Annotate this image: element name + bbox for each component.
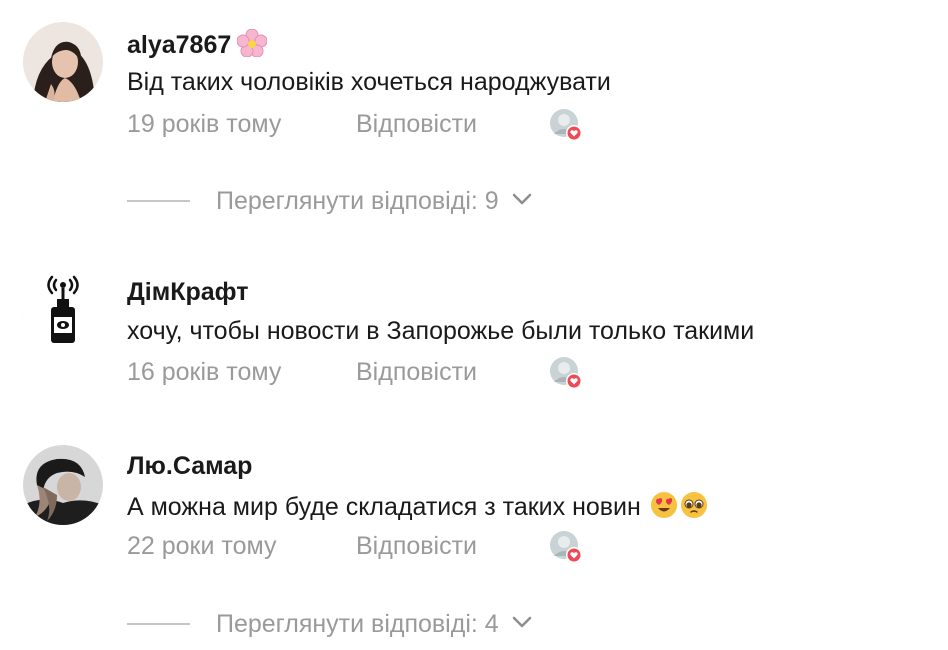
cherry-blossom-icon <box>236 28 268 64</box>
reply-button[interactable]: Відповісти <box>356 532 477 561</box>
username-text[interactable]: alya7867 <box>127 31 231 59</box>
comment-text: Від таких чоловіків хочеться народжувати <box>127 68 611 96</box>
view-replies-label: Переглянути відповіді: 9 <box>216 186 499 215</box>
reply-button[interactable]: Відповісти <box>356 358 477 387</box>
user-avatar[interactable] <box>23 22 103 102</box>
replies-divider <box>127 623 190 625</box>
comment-timestamp: 22 роки тому <box>127 532 277 560</box>
reply-button[interactable]: Відповісти <box>356 110 477 139</box>
liked-by-author-badge[interactable] <box>549 356 583 390</box>
chevron-down-icon <box>511 192 533 211</box>
comment-timestamp: 19 років тому <box>127 110 282 138</box>
view-replies-button[interactable]: Переглянути відповіді: 9 <box>127 186 533 216</box>
user-avatar[interactable] <box>23 445 103 525</box>
view-replies-button[interactable]: Переглянути відповіді: 4 <box>127 609 533 639</box>
comment-username[interactable]: ДімКрафт <box>127 278 248 307</box>
comment-text-body: А можна мир буде складатися з таких нови… <box>127 493 641 521</box>
comment-username[interactable]: alya7867 <box>127 28 268 64</box>
heart-eyes-emoji-icon <box>650 491 678 526</box>
replies-divider <box>127 200 190 202</box>
comment-timestamp: 16 років тому <box>127 358 282 386</box>
user-avatar[interactable] <box>23 271 103 351</box>
view-replies-label: Переглянути відповіді: 4 <box>216 609 499 638</box>
comment-username[interactable]: Лю.Самар <box>127 452 252 481</box>
liked-by-author-badge[interactable] <box>549 108 583 142</box>
pleading-face-emoji-icon <box>680 491 708 526</box>
comment-text: А можна мир буде складатися з таких нови… <box>127 491 708 526</box>
avatar-photo-icon <box>23 445 103 525</box>
broadcast-bottle-icon <box>23 271 103 351</box>
liked-by-author-badge[interactable] <box>549 530 583 564</box>
comment-text: хочу, чтобы новости в Запорожье были тол… <box>127 317 755 345</box>
avatar-photo-icon <box>23 22 103 102</box>
chevron-down-icon <box>511 615 533 634</box>
